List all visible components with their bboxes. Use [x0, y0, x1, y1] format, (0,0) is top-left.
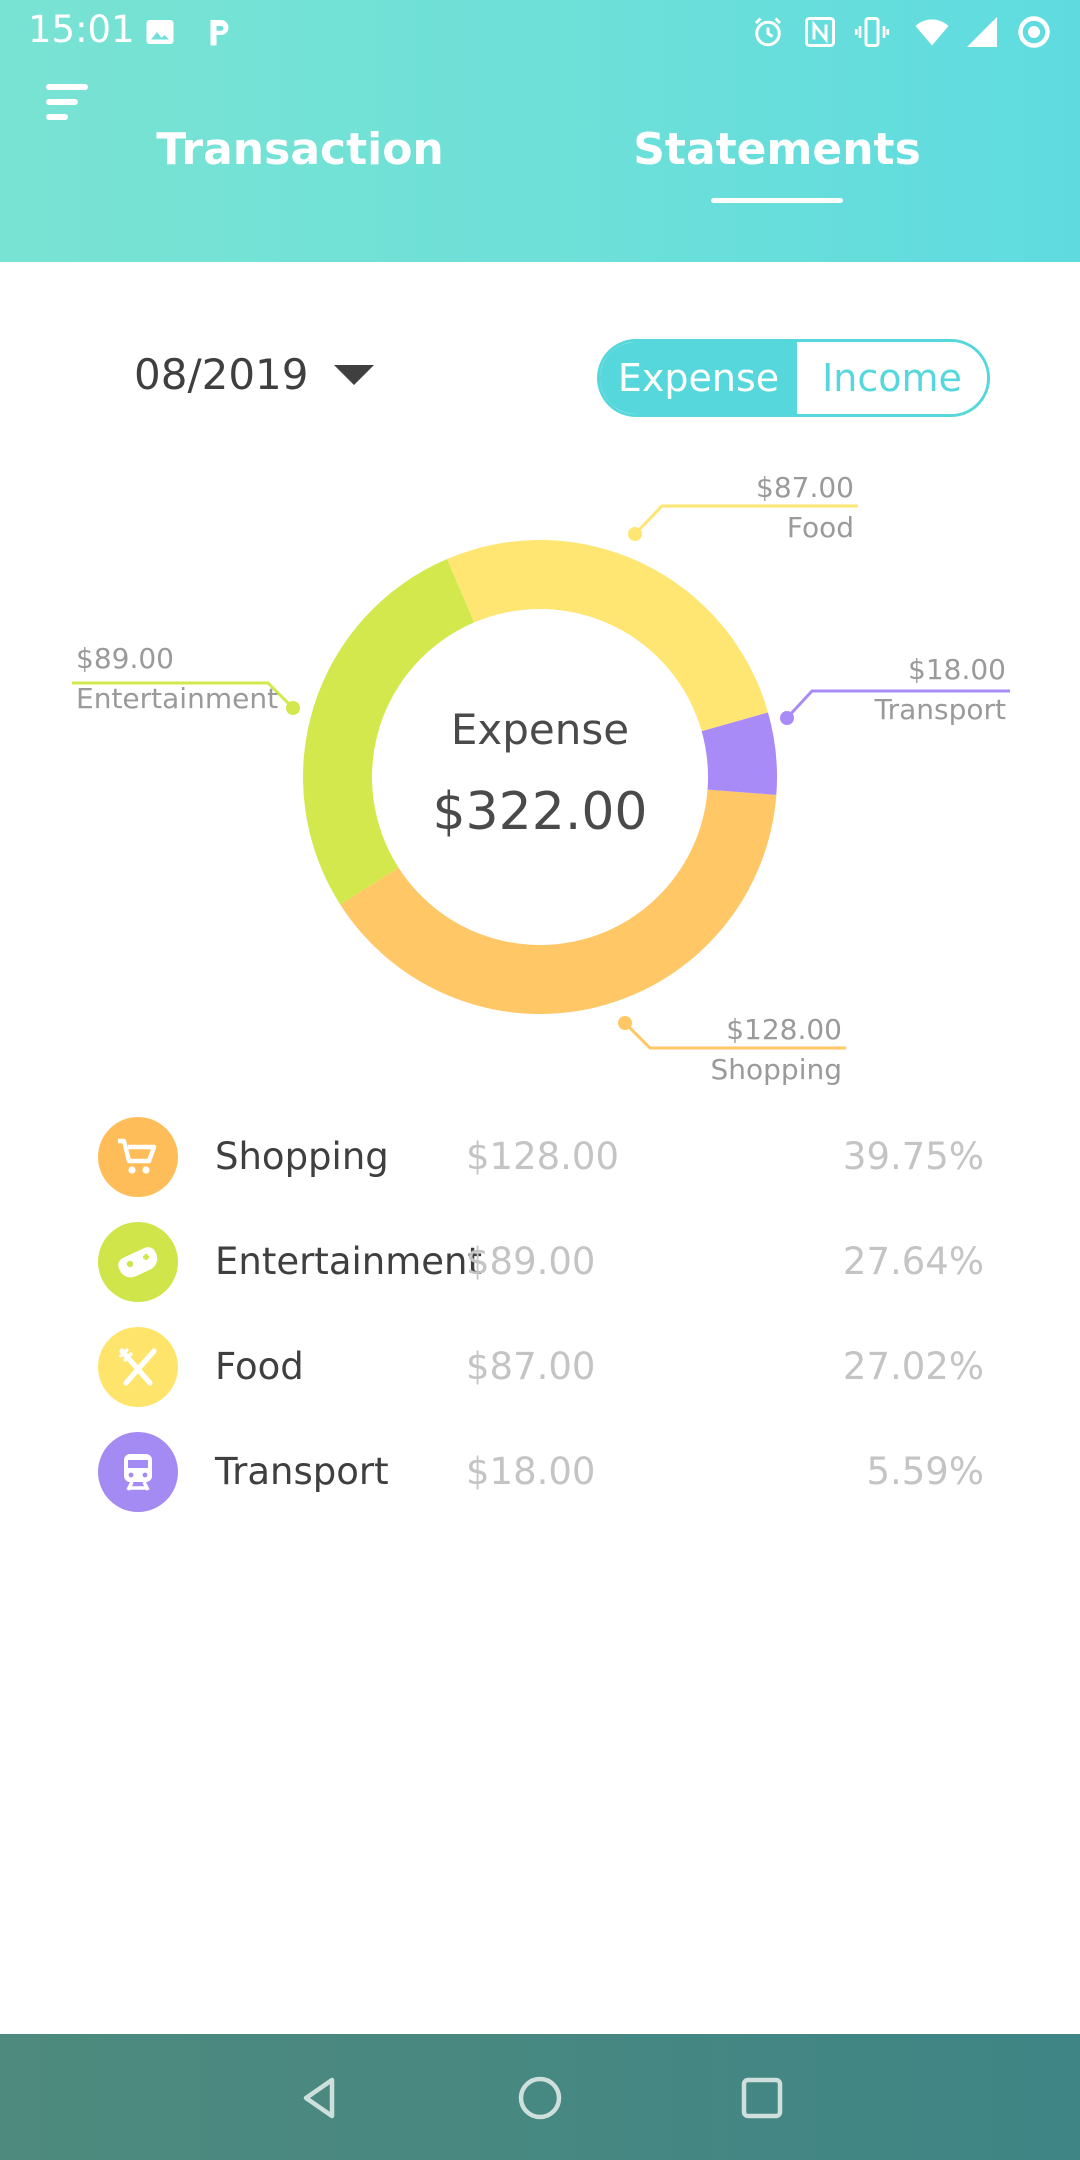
leader-dot-transport	[780, 711, 794, 725]
train-icon	[98, 1432, 178, 1512]
list-item-name: Shopping	[215, 1135, 389, 1178]
tab-statements[interactable]: Statements	[633, 124, 921, 175]
callout-transport: $18.00 Transport	[830, 650, 1006, 730]
list-item-amount: $87.00	[466, 1345, 596, 1388]
callout-food: $87.00 Food	[704, 468, 854, 548]
list-item-name: Transport	[215, 1450, 389, 1493]
vibrate-icon	[854, 14, 890, 50]
app-root: 15:01 Transaction Statements 08/2019 Exp…	[0, 0, 1080, 2160]
callout-shopping: $128.00 Shopping	[676, 1010, 843, 1090]
caret-down-icon	[334, 363, 375, 387]
donut-slice-entertainment[interactable]	[303, 558, 475, 905]
image-icon	[142, 14, 178, 50]
list-item-name: Entertainment	[215, 1240, 482, 1283]
status-bar: 15:01	[0, 0, 1080, 64]
list-item-amount: $128.00	[466, 1135, 620, 1178]
recents-icon[interactable]	[732, 2068, 792, 2128]
list-item-entertainment[interactable]: Entertainment $89.00 27.64%	[0, 1210, 1080, 1315]
back-icon[interactable]	[290, 2068, 350, 2128]
toggle-income[interactable]: Income	[797, 342, 987, 414]
list-item-percent: 27.02%	[842, 1345, 984, 1388]
expense-donut-chart: Expense $322.00 $87.00 Food $89.00 Enter…	[0, 450, 1080, 1110]
month-selector[interactable]: 08/2019	[134, 350, 375, 399]
sync-icon	[1016, 14, 1052, 50]
status-time: 15:01	[28, 8, 135, 51]
callout-shopping-value: $128.00	[726, 1013, 842, 1046]
list-item-shopping[interactable]: Shopping $128.00 39.75%	[0, 1105, 1080, 1210]
callout-entertainment: $89.00 Entertainment	[76, 639, 278, 719]
header: 15:01 Transaction Statements	[0, 0, 1080, 262]
list-item-amount: $18.00	[466, 1450, 596, 1493]
leader-dot-food	[628, 527, 642, 541]
list-item-amount: $89.00	[466, 1240, 596, 1283]
alarm-icon	[750, 14, 786, 50]
wifi-icon	[914, 14, 950, 50]
list-item-name: Food	[215, 1345, 304, 1388]
list-item-percent: 5.59%	[866, 1450, 984, 1493]
month-label: 08/2019	[134, 350, 309, 399]
callout-food-name: Food	[786, 511, 854, 544]
expense-income-toggle: Expense Income	[597, 339, 990, 417]
list-item-percent: 27.64%	[842, 1240, 984, 1283]
nfc-icon	[802, 14, 838, 50]
callout-transport-name: Transport	[874, 693, 1006, 726]
parking-icon	[200, 14, 236, 50]
gamepad-icon	[98, 1222, 178, 1302]
callout-shopping-name: Shopping	[710, 1053, 843, 1086]
callout-food-value: $87.00	[756, 471, 854, 504]
system-nav-bar	[0, 2034, 1080, 2160]
callout-entertainment-value: $89.00	[76, 642, 174, 675]
list-item-food[interactable]: Food $87.00 27.02%	[0, 1315, 1080, 1420]
fork-knife-icon	[98, 1327, 178, 1407]
cart-icon	[98, 1117, 178, 1197]
menu-icon[interactable]	[44, 80, 92, 128]
list-item-transport[interactable]: Transport $18.00 5.59%	[0, 1420, 1080, 1525]
toggle-expense[interactable]: Expense	[600, 342, 797, 414]
leader-dot-shopping	[618, 1016, 632, 1030]
list-item-percent: 39.75%	[842, 1135, 984, 1178]
home-icon[interactable]	[510, 2068, 570, 2128]
chart-center-value: $322.00	[432, 782, 648, 842]
donut-svg	[72, 504, 1010, 1050]
tab-transaction[interactable]: Transaction	[156, 124, 444, 175]
callout-transport-value: $18.00	[908, 653, 1006, 686]
leader-dot-entertainment	[286, 701, 300, 715]
chart-center-title: Expense	[450, 705, 630, 754]
active-tab-indicator	[711, 198, 843, 203]
signal-icon	[964, 14, 1000, 50]
donut-slice-food[interactable]	[447, 540, 769, 732]
callout-entertainment-name: Entertainment	[76, 682, 279, 715]
